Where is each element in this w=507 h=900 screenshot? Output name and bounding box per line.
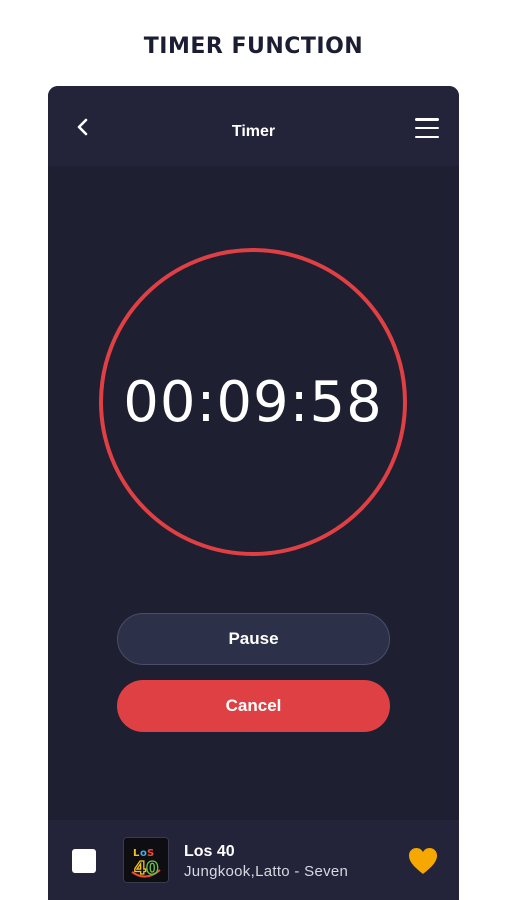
menu-button[interactable]	[415, 118, 441, 138]
hamburger-menu-icon	[415, 118, 439, 121]
promo-headline: TIMER FUNCTION	[143, 34, 364, 59]
timer-display: 00:09:58	[123, 369, 383, 435]
chevron-left-icon	[77, 118, 88, 136]
favorite-button[interactable]	[407, 846, 439, 876]
heart-icon	[409, 848, 437, 874]
phone-screen: Timer 00:09:58 Pause Cancel L o S 4 0 Lo…	[48, 86, 459, 900]
svg-text:4: 4	[134, 858, 147, 879]
svg-text:0: 0	[146, 858, 159, 879]
timer-ring: 00:09:58	[99, 248, 407, 556]
back-button[interactable]	[70, 114, 96, 140]
hamburger-menu-icon-line	[415, 126, 439, 130]
station-logo-art: L o S 4 0	[124, 838, 168, 882]
hamburger-menu-icon-line	[415, 135, 439, 138]
track-title: Jungkook,Latto - Seven	[184, 863, 349, 880]
station-logo: L o S 4 0	[123, 837, 169, 883]
page-title: Timer	[231, 123, 276, 140]
top-bar: Timer	[48, 86, 459, 166]
cancel-button[interactable]: Cancel	[117, 680, 390, 732]
stop-icon[interactable]	[72, 849, 96, 873]
pause-button[interactable]: Pause	[117, 613, 390, 665]
station-name: Los 40	[184, 843, 235, 860]
track-info: Los 40 Jungkook,Latto - Seven	[184, 842, 348, 882]
mini-player: L o S 4 0 Los 40 Jungkook,Latto - Seven	[48, 820, 459, 900]
screenshot-page: TIMER FUNCTION Timer 00:09:58 Pause Canc…	[0, 0, 507, 900]
